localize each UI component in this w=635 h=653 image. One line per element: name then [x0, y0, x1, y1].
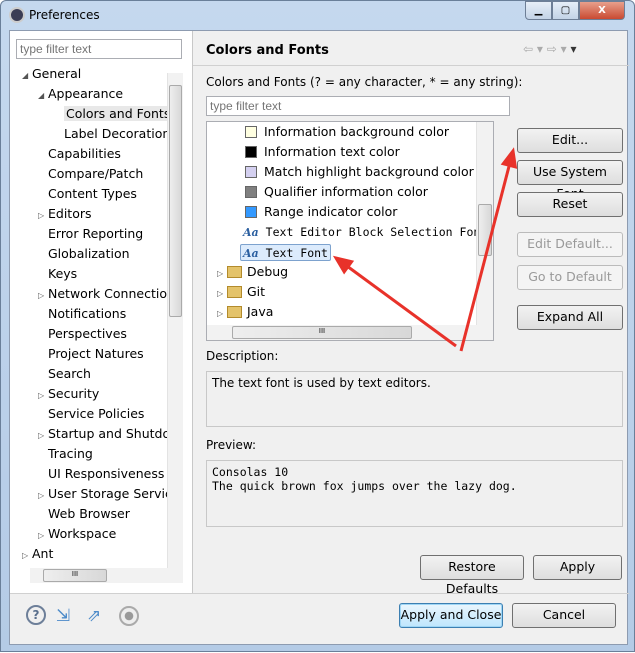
- annotation-arrows: [332, 147, 518, 352]
- annotation-arrowhead: [500, 147, 518, 169]
- preferences-window: Preferences ▁ ▢ X ◢General◢AppearanceCol…: [0, 0, 635, 652]
- annotation-arrow: [335, 256, 457, 348]
- annotation-arrowhead: [332, 255, 355, 275]
- annotation-arrow: [459, 150, 515, 352]
